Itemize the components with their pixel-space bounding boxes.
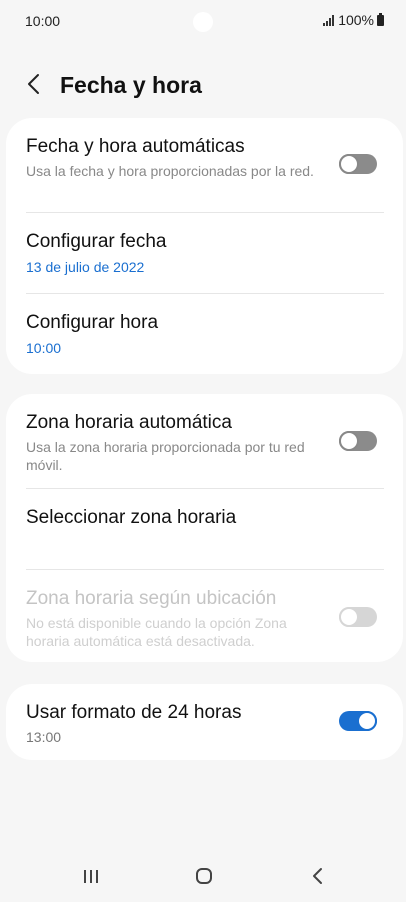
- format-24h-toggle[interactable]: [339, 711, 377, 731]
- battery-percentage: 100%: [338, 12, 374, 28]
- navigation-bar: [0, 852, 406, 902]
- status-indicators: 100%: [323, 12, 384, 28]
- location-timezone-toggle: [339, 607, 377, 627]
- format-24h-title: Usar formato de 24 horas: [26, 702, 242, 723]
- format-24h-value: 13:00: [26, 729, 62, 745]
- select-timezone-title: Seleccionar zona horaria: [26, 507, 237, 528]
- auto-datetime-subtitle: Usa la fecha y hora proporcionadas por l…: [26, 163, 314, 179]
- auto-timezone-title: Zona horaria automática: [26, 412, 232, 433]
- select-timezone-row[interactable]: Seleccionar zona horaria: [6, 489, 403, 569]
- battery-icon: [377, 12, 384, 26]
- status-bar: 10:00 100%: [0, 0, 406, 44]
- auto-timezone-toggle[interactable]: [339, 431, 377, 451]
- location-timezone-row: Zona horaria según ubicación No está dis…: [6, 570, 403, 662]
- back-arrow-icon[interactable]: [20, 70, 48, 98]
- toggle-knob: [357, 711, 377, 731]
- location-timezone-title: Zona horaria según ubicación: [26, 588, 277, 609]
- recent-apps-icon[interactable]: [76, 864, 106, 888]
- status-time: 10:00: [25, 13, 61, 29]
- signal-icon: [323, 14, 335, 26]
- set-time-value: 10:00: [26, 340, 62, 356]
- format-24h-row[interactable]: Usar formato de 24 horas 13:00: [6, 684, 403, 760]
- home-icon[interactable]: [189, 864, 219, 888]
- set-time-title: Configurar hora: [26, 312, 159, 333]
- format-card: Usar formato de 24 horas 13:00: [6, 684, 403, 760]
- back-icon[interactable]: [303, 864, 333, 888]
- auto-datetime-toggle[interactable]: [339, 154, 377, 174]
- timezone-card: Zona horaria automática Usa la zona hora…: [6, 394, 403, 662]
- auto-timezone-row[interactable]: Zona horaria automática Usa la zona hora…: [6, 394, 403, 488]
- page-header: Fecha y hora: [0, 62, 406, 106]
- auto-timezone-subtitle: Usa la zona horaria proporcionada por tu…: [26, 439, 305, 473]
- location-timezone-subtitle: No está disponible cuando la opción Zona…: [26, 615, 287, 649]
- set-date-title: Configurar fecha: [26, 231, 167, 252]
- auto-datetime-title: Fecha y hora automáticas: [26, 136, 245, 157]
- toggle-knob: [339, 154, 359, 174]
- page-title: Fecha y hora: [60, 72, 202, 98]
- set-time-row[interactable]: Configurar hora 10:00: [6, 294, 403, 374]
- date-time-card: Fecha y hora automáticas Usa la fecha y …: [6, 118, 403, 374]
- auto-datetime-row[interactable]: Fecha y hora automáticas Usa la fecha y …: [6, 118, 403, 212]
- toggle-knob: [339, 431, 359, 451]
- set-date-row[interactable]: Configurar fecha 13 de julio de 2022: [6, 213, 403, 293]
- toggle-knob: [339, 607, 359, 627]
- camera-cutout: [193, 12, 213, 32]
- set-date-value: 13 de julio de 2022: [26, 259, 145, 275]
